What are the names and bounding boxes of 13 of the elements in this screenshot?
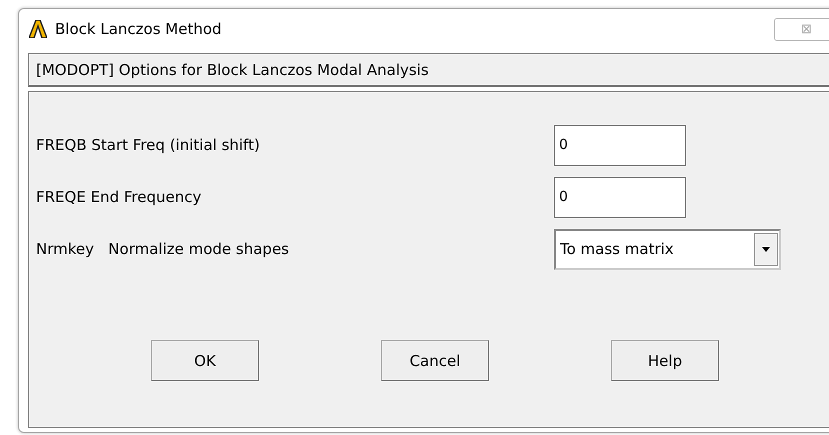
dialog-button[interactable]: Cancel	[381, 340, 489, 381]
logo-icon	[29, 20, 47, 38]
dialog-button[interactable]: Help	[611, 340, 719, 381]
command-header: [MODOPT] Options for Block Lanczos Modal Analysis	[28, 53, 829, 87]
dropdown[interactable]: To mass matrix	[554, 228, 781, 270]
caret-icon[interactable]	[762, 246, 770, 252]
field-label: Nrmkey Normalize mode shapes	[36, 240, 290, 258]
window-title: Block Lanczos Method	[55, 20, 222, 38]
input-field[interactable]: 0	[554, 176, 686, 218]
dialog-button[interactable]: OK	[151, 340, 259, 381]
field-label: FREQE End Frequency	[36, 188, 202, 206]
input-field[interactable]: 0	[554, 124, 686, 166]
field-label: FREQB Start Freq (initial shift)	[36, 136, 261, 154]
